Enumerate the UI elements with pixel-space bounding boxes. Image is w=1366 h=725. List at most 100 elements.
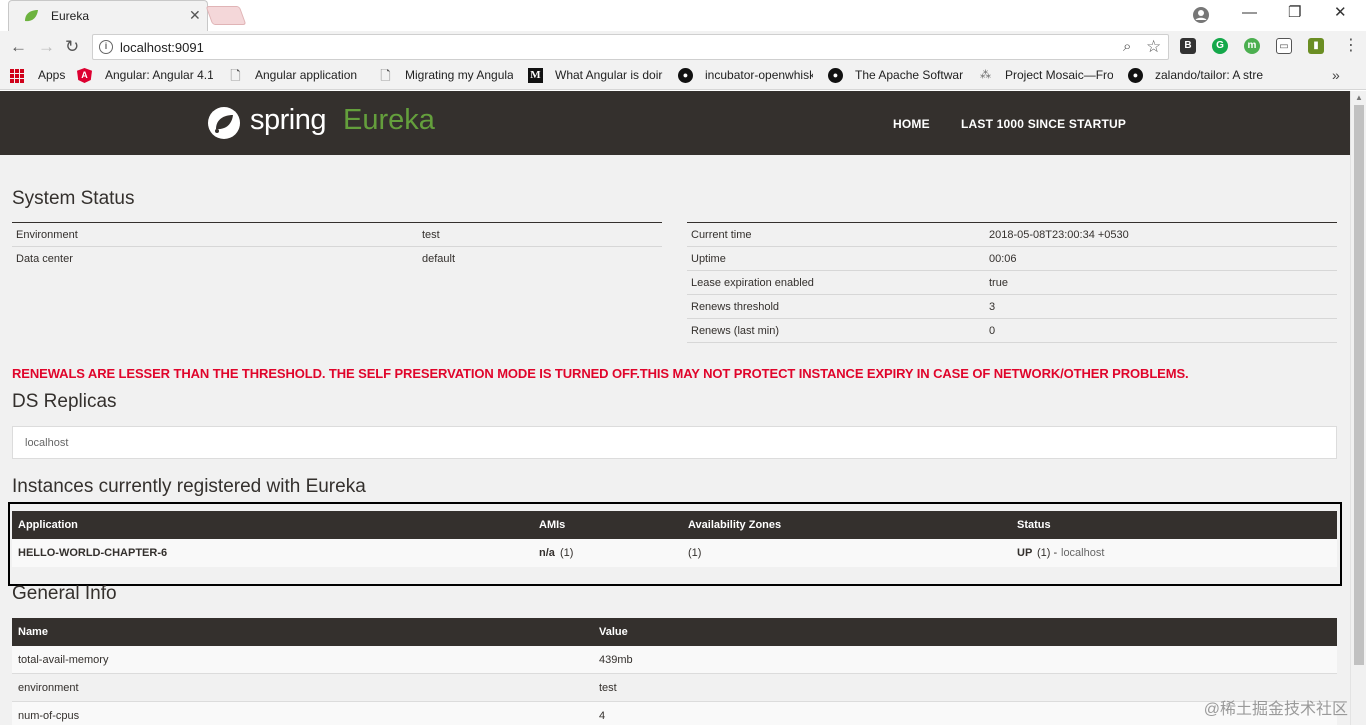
status-key: Uptime [691,253,726,265]
window-close-icon[interactable]: ✕ [1334,4,1347,22]
extension-green-icon[interactable]: ▮ [1308,38,1324,54]
github-icon: ● [678,68,693,83]
site-info-icon[interactable]: i [99,40,113,54]
github-icon: ● [1128,68,1143,83]
grammarly-icon[interactable]: G [1212,38,1228,54]
page-scrollbar[interactable]: ▲ [1350,91,1366,725]
bookmark-apache-software[interactable]: The Apache Softwar [855,68,963,82]
info-value: test [599,682,617,694]
apps-grid-icon [10,69,24,83]
forward-icon[interactable]: → [38,37,55,57]
table-row: Uptime 00:06 [687,247,1337,271]
table-row: Current time 2018-05-08T23:00:34 +0530 [687,223,1337,247]
table-row: environment test [12,674,1337,702]
table-header: Name Value [12,618,1337,646]
extension-m-icon[interactable]: m [1244,38,1260,54]
ami-count: (1) [560,547,574,559]
column-header[interactable]: Value [599,626,628,638]
zoom-icon[interactable]: ⌕ [1123,38,1131,55]
bookmark-angular-application[interactable]: Angular application [255,68,363,82]
bookmark-project-mosaic[interactable]: Project Mosaic—Fro [1005,68,1113,82]
url-text[interactable]: localhost:9091 [120,40,204,55]
bookmark-star-icon[interactable]: ☆ [1146,37,1161,57]
column-header[interactable]: Application [18,519,78,531]
status-value: true [989,277,1008,289]
status-key: Lease expiration enabled [691,277,814,289]
system-status-left-table: Environment test Data center default [12,222,662,271]
column-header[interactable]: Name [18,626,48,638]
table-row: Renews threshold 3 [687,295,1337,319]
chrome-menu-icon[interactable]: ⋮ [1343,37,1359,55]
table-row: HELLO-WORLD-CHAPTER-6 n/a (1) (1) UP (1)… [12,539,1337,567]
info-name: environment [18,682,79,694]
bookmark-incubator-openwhisk[interactable]: incubator-openwhisk [705,68,813,82]
table-header: Application AMIs Availability Zones Stat… [12,511,1337,539]
maximize-icon[interactable]: ❐ [1288,4,1301,22]
status-up: UP [1017,547,1033,559]
mosaic-icon: ⁂ [980,69,991,81]
zones-count: (1) [688,547,702,559]
cast-icon[interactable]: ▭ [1276,38,1292,54]
brand-spring-text: spring [250,104,327,136]
reload-icon[interactable]: ↻ [65,37,79,57]
address-bar[interactable]: i localhost:9091 ⌕ ☆ [92,34,1169,60]
column-header[interactable]: AMIs [539,519,565,531]
general-info-heading: General Info [12,583,117,604]
status-value: 00:06 [989,253,1017,265]
column-header[interactable]: Availability Zones [688,519,781,531]
instance-link[interactable]: localhost [1061,547,1104,559]
status-key: Current time [691,229,752,241]
page-icon: 🗋 [230,68,241,83]
spring-leaf-icon [25,10,38,22]
nav-home[interactable]: HOME [893,117,930,131]
status-count: (1) - [1037,547,1058,559]
status-key: Environment [16,229,78,241]
info-value: 4 [599,710,606,722]
info-value: 439mb [599,654,633,666]
table-row: total-avail-memory 439mb [12,646,1337,674]
scrollbar-thumb[interactable] [1354,105,1364,665]
watermark-text: @稀土掘金技术社区 [1203,701,1348,718]
replica-link[interactable]: localhost [25,437,68,449]
medium-icon: M [528,68,543,83]
status-key: Data center [16,253,73,265]
column-header[interactable]: Status [1017,519,1051,531]
status-value: default [422,253,456,265]
ami-value: n/a [539,547,555,559]
bookmark-what-angular[interactable]: What Angular is doir [555,68,663,82]
bookmarks-overflow-icon[interactable]: » [1332,67,1340,83]
bookmark-zalando-tailor[interactable]: zalando/tailor: A stre [1155,68,1265,82]
tab-close-icon[interactable]: ✕ [189,7,201,23]
info-name: num-of-cpus [18,710,80,722]
instances-heading: Instances currently registered with Eure… [12,476,366,497]
back-icon[interactable]: ← [10,37,27,57]
status-value: 0 [989,325,996,337]
bookmark-migrating-angular[interactable]: Migrating my Angula [405,68,513,82]
new-tab-button[interactable] [205,6,247,25]
table-row: Environment test [12,223,662,247]
nav-last-1000[interactable]: LAST 1000 SINCE STARTUP [961,117,1126,131]
github-icon: ● [828,68,843,83]
angular-icon: A [77,68,92,83]
table-row: Renews (last min) 0 [687,319,1337,343]
bookmark-apps[interactable]: Apps [38,68,65,82]
extension-b-icon[interactable]: B [1180,38,1196,54]
ds-replicas-heading: DS Replicas [12,391,117,412]
profile-icon[interactable] [1192,6,1210,24]
status-key: Renews (last min) [691,325,780,337]
page-viewport: spring Eureka HOME LAST 1000 SINCE START… [0,91,1350,725]
status-value: 2018-05-08T23:00:34 +0530 [989,229,1129,241]
system-status-right-table: Current time 2018-05-08T23:00:34 +0530 U… [687,222,1337,343]
status-value: 3 [989,301,996,313]
info-name: total-avail-memory [18,654,109,666]
brand-eureka-text: Eureka [343,104,435,136]
application-name: HELLO-WORLD-CHAPTER-6 [18,547,168,559]
bookmark-angular-41[interactable]: Angular: Angular 4.1 [105,68,213,82]
scroll-up-icon[interactable]: ▲ [1355,93,1363,102]
browser-tab-strip: Eureka ✕ — ❐ ✕ [0,0,1366,31]
browser-tab[interactable]: Eureka ✕ [8,0,208,31]
eureka-navbar: spring Eureka HOME LAST 1000 SINCE START… [0,91,1350,155]
bookmarks-bar: Apps A Angular: Angular 4.1 🗋 Angular ap… [0,63,1366,90]
minimize-icon[interactable]: — [1242,4,1257,22]
table-row: num-of-cpus 4 [12,702,1337,725]
